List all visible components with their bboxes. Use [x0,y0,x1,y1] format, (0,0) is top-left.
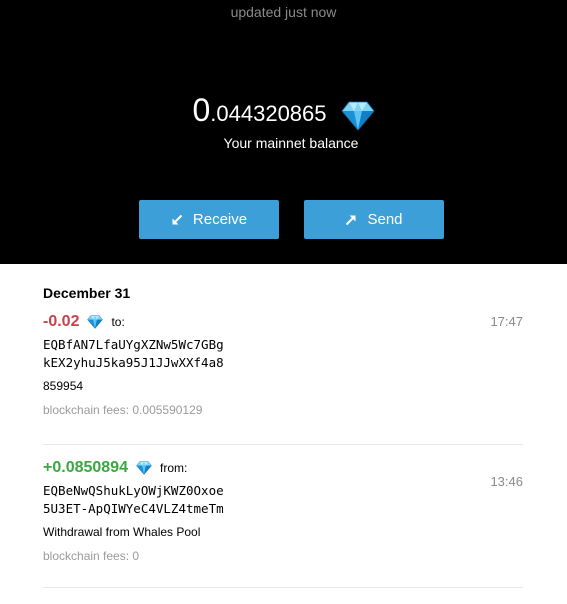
send-button[interactable]: Send [304,200,444,239]
receive-label: Receive [192,211,248,228]
arrow-up-right-icon [346,215,356,225]
transaction-direction: to: [111,315,125,329]
date-header: December 31 [43,285,131,301]
balance-display: 0 .044320865 [0,90,567,134]
transaction-direction: from: [159,461,188,475]
receive-button[interactable]: Receive [139,200,279,239]
transaction-item[interactable]: +0.0850894 from: 13:46 EQBeNwQShukLyOWjK… [43,459,523,588]
transaction-item[interactable]: -0.02 to: 17:47 EQBfAN7LfaUYgXZNw5Wc7GBg… [43,313,523,445]
update-status: updated just now [230,4,337,20]
transaction-fees: blockchain fees: 0 [43,549,140,563]
transaction-time: 13:46 [490,474,523,489]
transaction-time: 17:47 [490,314,523,329]
diamond-icon [341,101,375,131]
arrow-down-left-icon [172,214,183,224]
diamond-icon [87,315,103,329]
transaction-list: December 31 -0.02 to: 17:47 EQBfAN7LfaUY… [43,284,523,588]
balance-label: Your mainnet balance [223,135,359,151]
transaction-amount: +0.0850894 [43,459,128,476]
transaction-comment: 859954 [43,379,84,393]
address-line: EQBeNwQShukLyOWjKWZ0Oxoe [43,483,224,498]
balance-integer: 0 [192,92,211,128]
address-line: kEX2yhuJ5ka95J1JJwXXf4a8 [43,355,224,370]
balance-fraction: .044320865 [210,101,327,126]
transaction-address[interactable]: EQBeNwQShukLyOWjKWZ0Oxoe 5U3ET-ApQIWYeC4… [43,482,523,518]
send-label: Send [367,211,403,228]
address-line: EQBfAN7LfaUYgXZNw5Wc7GBg [43,337,224,352]
wallet-header: updated just now 0 .044320865 Your mainn… [0,0,567,264]
transaction-address[interactable]: EQBfAN7LfaUYgXZNw5Wc7GBg kEX2yhuJ5ka95J1… [43,336,523,372]
transaction-fees: blockchain fees: 0.005590129 [43,403,203,417]
address-line: 5U3ET-ApQIWYeC4VLZ4tmeTm [43,501,224,516]
transaction-amount: -0.02 [43,313,80,330]
transaction-comment: Withdrawal from Whales Pool [43,525,201,539]
diamond-icon [136,461,152,475]
